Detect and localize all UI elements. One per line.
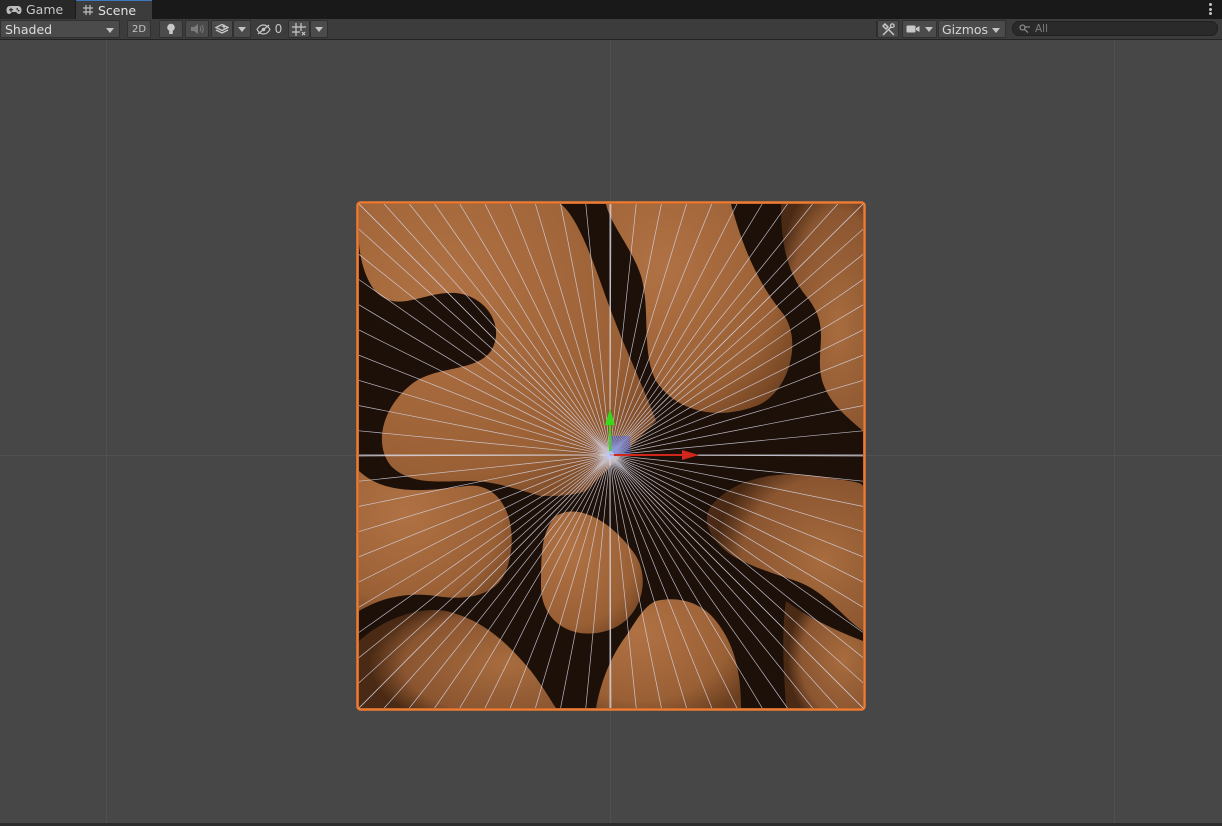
scene-viewport[interactable] xyxy=(0,40,1222,823)
search-input[interactable] xyxy=(1035,22,1215,35)
grid-line xyxy=(1114,40,1115,823)
pivot-point-icon xyxy=(606,451,614,459)
lighting-toggle-button[interactable] xyxy=(159,20,183,38)
effects-layers-icon xyxy=(215,23,229,34)
grid-hash-icon xyxy=(83,5,93,15)
tools-icon xyxy=(881,22,895,36)
hierarchy-search-field[interactable] xyxy=(1012,21,1218,36)
grid-snap-icon xyxy=(292,22,306,36)
selected-quad-object[interactable] xyxy=(356,201,866,711)
chevron-down-icon xyxy=(106,28,114,33)
chevron-down-icon xyxy=(238,26,246,32)
gizmos-dropdown[interactable]: Gizmos xyxy=(938,20,1006,38)
chevron-down-icon xyxy=(925,26,933,32)
hidden-objects-count: 0 xyxy=(274,22,283,36)
grid-line xyxy=(106,40,107,823)
hidden-objects-toggle[interactable]: 0 xyxy=(254,20,284,38)
tab-scene-label: Scene xyxy=(98,2,137,18)
camera-settings-dropdown[interactable] xyxy=(902,20,937,38)
toggle-2d-button[interactable]: 2D xyxy=(127,20,151,38)
grid-snap-dropdown-button[interactable] xyxy=(310,20,328,38)
audio-toggle-button[interactable] xyxy=(185,20,209,38)
tab-scene[interactable]: Scene xyxy=(76,0,152,19)
chevron-down-icon xyxy=(315,26,323,32)
effects-toggle-button[interactable] xyxy=(211,20,233,38)
audio-speaker-icon xyxy=(191,24,204,34)
tab-game-label: Game xyxy=(26,2,64,17)
tab-strip: Game Scene xyxy=(0,0,1222,20)
visibility-eye-slash-icon xyxy=(255,23,271,35)
lighting-bulb-icon xyxy=(167,23,175,34)
effects-dropdown-button[interactable] xyxy=(233,20,251,38)
search-magnifier-icon xyxy=(1019,24,1030,33)
gamepad-icon xyxy=(6,5,22,14)
more-options-icon[interactable] xyxy=(1209,3,1213,16)
gizmos-label: Gizmos xyxy=(942,21,989,37)
chevron-down-icon xyxy=(992,28,1000,33)
draw-mode-dropdown[interactable]: Shaded xyxy=(0,20,120,38)
draw-mode-value: Shaded xyxy=(5,21,53,37)
grid-snap-button[interactable] xyxy=(288,20,310,38)
toggle-2d-label: 2D xyxy=(131,23,147,35)
tools-button[interactable] xyxy=(877,20,899,38)
camera-icon xyxy=(906,25,920,33)
tab-game[interactable]: Game xyxy=(0,0,76,19)
